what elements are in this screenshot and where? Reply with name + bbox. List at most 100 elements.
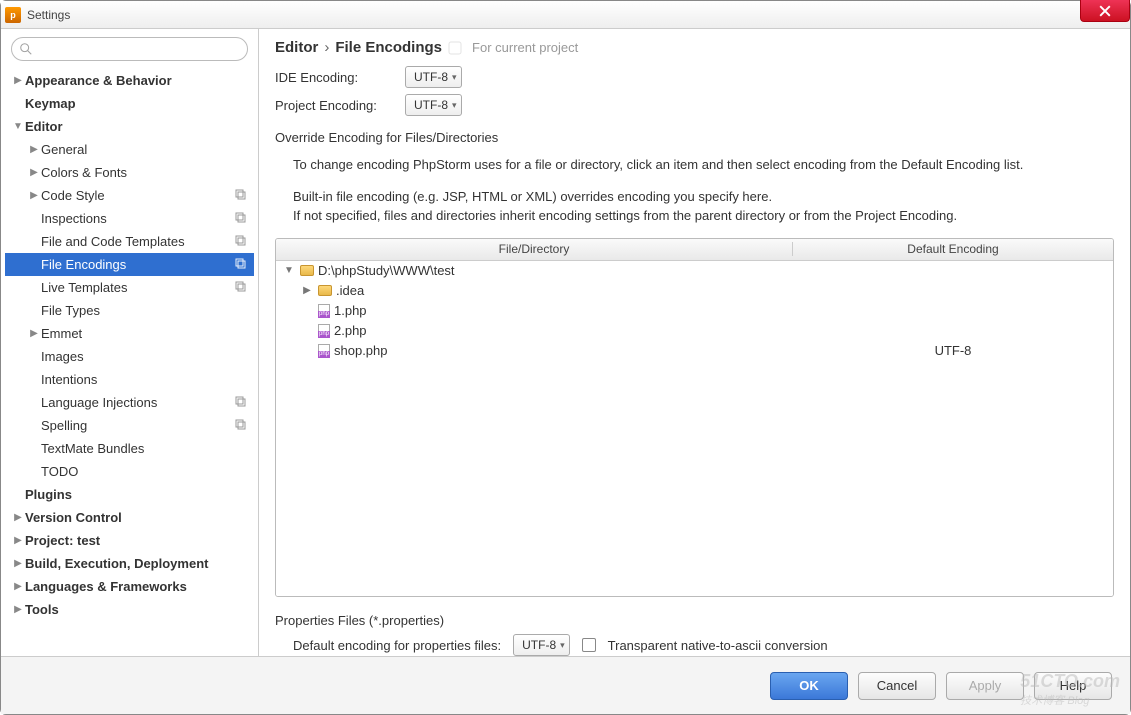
titlebar: p Settings <box>1 1 1130 29</box>
cancel-button[interactable]: Cancel <box>858 672 936 700</box>
sidebar-item-images[interactable]: Images <box>5 345 254 368</box>
sidebar-item-tools[interactable]: ▶Tools <box>5 598 254 621</box>
settings-tree[interactable]: ▶Appearance & BehaviorKeymap▼Editor▶Gene… <box>5 69 254 621</box>
tree-arrow-icon: ▶ <box>11 512 25 523</box>
tree-arrow-icon: ▶ <box>27 144 41 155</box>
ok-button[interactable]: OK <box>770 672 848 700</box>
sidebar-item-live-templates[interactable]: Live Templates <box>5 276 254 299</box>
ide-encoding-dropdown[interactable]: UTF-8 ▾ <box>405 66 462 88</box>
project-scope-icon <box>448 41 462 55</box>
sidebar-item-label: Live Templates <box>41 280 234 295</box>
help-text: Built-in file encoding (e.g. JSP, HTML o… <box>275 179 1114 207</box>
row-encoding[interactable]: UTF-8 <box>793 343 1113 358</box>
sidebar-item-plugins[interactable]: Plugins <box>5 483 254 506</box>
sidebar-item-label: Tools <box>25 602 254 617</box>
table-row[interactable]: 1.php <box>276 301 1113 321</box>
sidebar-item-language-injections[interactable]: Language Injections <box>5 391 254 414</box>
tree-arrow-icon: ▶ <box>27 190 41 201</box>
sidebar-item-general[interactable]: ▶General <box>5 138 254 161</box>
sidebar-item-spelling[interactable]: Spelling <box>5 414 254 437</box>
sidebar-item-project-test[interactable]: ▶Project: test <box>5 529 254 552</box>
tree-arrow-icon: ▶ <box>300 285 314 296</box>
search-input[interactable] <box>11 37 248 61</box>
sidebar-item-editor[interactable]: ▼Editor <box>5 115 254 138</box>
copy-icon <box>234 211 250 226</box>
properties-section-label: Properties Files (*.properties) <box>275 613 1114 628</box>
ide-encoding-value: UTF-8 <box>414 70 448 84</box>
encoding-table: File/Directory Default Encoding ▼D:\phpS… <box>275 238 1114 598</box>
sidebar-item-todo[interactable]: TODO <box>5 460 254 483</box>
sidebar-item-label: Images <box>41 349 254 364</box>
table-row[interactable]: ▼D:\phpStudy\WWW\test <box>276 261 1113 281</box>
sidebar-item-file-types[interactable]: File Types <box>5 299 254 322</box>
copy-icon <box>234 234 250 249</box>
sidebar-item-intentions[interactable]: Intentions <box>5 368 254 391</box>
sidebar-item-emmet[interactable]: ▶Emmet <box>5 322 254 345</box>
sidebar-item-appearance-behavior[interactable]: ▶Appearance & Behavior <box>5 69 254 92</box>
sidebar-item-label: File Encodings <box>41 257 234 272</box>
sidebar-item-label: Keymap <box>25 96 254 111</box>
sidebar-item-label: Code Style <box>41 188 234 203</box>
transparent-ascii-label: Transparent native-to-ascii conversion <box>608 638 828 653</box>
copy-icon <box>234 395 250 410</box>
copy-icon <box>234 188 250 203</box>
copy-icon <box>234 257 250 272</box>
column-file-directory[interactable]: File/Directory <box>276 242 793 256</box>
tree-arrow-icon: ▶ <box>11 604 25 615</box>
sidebar-item-languages-frameworks[interactable]: ▶Languages & Frameworks <box>5 575 254 598</box>
chevron-down-icon: ▾ <box>452 100 457 111</box>
breadcrumb: Editor › File Encodings For current proj… <box>275 39 1114 56</box>
app-icon: p <box>5 7 21 23</box>
folder-icon <box>318 285 332 296</box>
help-text: To change encoding PhpStorm uses for a f… <box>275 151 1114 179</box>
sidebar-item-label: File and Code Templates <box>41 234 234 249</box>
project-encoding-dropdown[interactable]: UTF-8 ▾ <box>405 94 462 116</box>
tree-arrow-icon: ▶ <box>27 328 41 339</box>
table-row[interactable]: 2.php <box>276 321 1113 341</box>
apply-button[interactable]: Apply <box>946 672 1024 700</box>
sidebar-item-keymap[interactable]: Keymap <box>5 92 254 115</box>
sidebar-item-code-style[interactable]: ▶Code Style <box>5 184 254 207</box>
ide-encoding-label: IDE Encoding: <box>275 70 405 85</box>
php-file-icon <box>318 324 330 338</box>
php-file-icon <box>318 304 330 318</box>
sidebar-item-label: Language Injections <box>41 395 234 410</box>
file-name: .idea <box>336 283 364 298</box>
sidebar: ▶Appearance & BehaviorKeymap▼Editor▶Gene… <box>1 29 259 656</box>
sidebar-item-file-and-code-templates[interactable]: File and Code Templates <box>5 230 254 253</box>
table-row[interactable]: ▶ .idea <box>276 281 1113 301</box>
sidebar-item-label: Editor <box>25 119 254 134</box>
sidebar-item-label: Version Control <box>25 510 254 525</box>
sidebar-item-file-encodings[interactable]: File Encodings <box>5 253 254 276</box>
chevron-down-icon: ▾ <box>452 72 457 83</box>
table-body[interactable]: ▼D:\phpStudy\WWW\test▶.idea1.php2.phpsho… <box>276 261 1113 597</box>
sidebar-item-colors-fonts[interactable]: ▶Colors & Fonts <box>5 161 254 184</box>
tree-arrow-icon: ▶ <box>11 581 25 592</box>
chevron-down-icon: ▾ <box>560 640 565 651</box>
properties-encoding-dropdown[interactable]: UTF-8 ▾ <box>513 634 570 656</box>
sidebar-item-inspections[interactable]: Inspections <box>5 207 254 230</box>
tree-arrow-icon: ▶ <box>11 75 25 86</box>
help-button[interactable]: Help <box>1034 672 1112 700</box>
sidebar-item-label: Colors & Fonts <box>41 165 254 180</box>
sidebar-item-label: Build, Execution, Deployment <box>25 556 254 571</box>
sidebar-item-label: Appearance & Behavior <box>25 73 254 88</box>
sidebar-item-textmate-bundles[interactable]: TextMate Bundles <box>5 437 254 460</box>
sidebar-item-label: Emmet <box>41 326 254 341</box>
breadcrumb-hint: For current project <box>472 40 578 55</box>
sidebar-item-build-execution-deployment[interactable]: ▶Build, Execution, Deployment <box>5 552 254 575</box>
close-button[interactable] <box>1080 0 1130 22</box>
transparent-ascii-checkbox[interactable] <box>582 638 596 652</box>
project-encoding-label: Project Encoding: <box>275 98 405 113</box>
sidebar-item-label: Intentions <box>41 372 254 387</box>
properties-encoding-value: UTF-8 <box>522 638 556 652</box>
content-panel: Editor › File Encodings For current proj… <box>259 29 1130 656</box>
column-default-encoding[interactable]: Default Encoding <box>793 242 1113 256</box>
table-row[interactable]: shop.php UTF-8 <box>276 341 1113 361</box>
sidebar-item-label: Plugins <box>25 487 254 502</box>
file-name: D:\phpStudy\WWW\test <box>318 263 455 278</box>
file-name: shop.php <box>334 343 388 358</box>
copy-icon <box>234 280 250 295</box>
sidebar-item-label: Languages & Frameworks <box>25 579 254 594</box>
sidebar-item-version-control[interactable]: ▶Version Control <box>5 506 254 529</box>
